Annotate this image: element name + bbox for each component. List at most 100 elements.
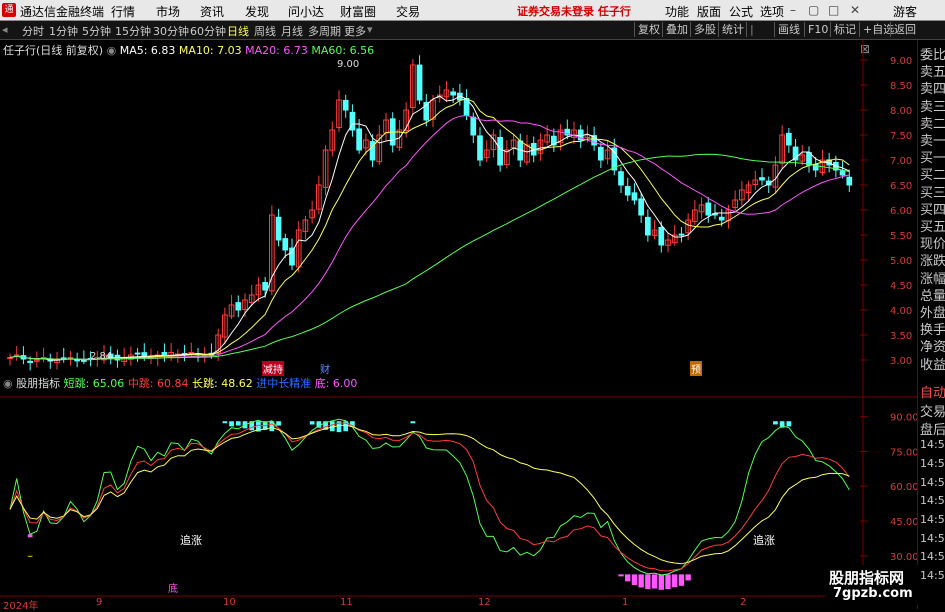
price-tick-label: 5.00 [890,256,912,267]
minimize-icon[interactable]: – [790,3,796,17]
side-panel-lower-item[interactable]: 14:56 [920,476,945,489]
candle-body [658,227,665,246]
side-panel-lower-item[interactable]: 14:56 [920,532,945,545]
watermark: 股朋指标网 7gpzb.com [825,565,921,605]
period-tab-multi[interactable]: 多周期 [308,23,341,39]
back-arrow-icon[interactable]: ◂ [2,23,8,36]
price-tick-label: 8.50 [890,81,912,92]
maximize-icon[interactable]: □ [828,3,839,17]
side-panel-item[interactable]: 现价 [920,233,945,252]
candle-body [497,136,503,166]
period-tab-daily[interactable]: 日线 [227,23,249,39]
kline-chart[interactable]: 9.00 8.50 8.00 7.50 7.00 6.50 6.00 5.50 5.00 4.50… [0,40,917,398]
return-button[interactable]: 返回 [890,22,919,37]
side-panel-item[interactable]: 卖二 [920,113,945,132]
side-panel-item[interactable]: 外盘 [920,302,945,321]
side-panel-item[interactable]: 换手 [920,319,945,338]
settings-icon[interactable]: ◉ [3,377,13,390]
period-tab-more[interactable]: 更多 [344,23,366,39]
side-panel-item[interactable]: 买二 [920,164,945,183]
short-jump-line [9,418,850,576]
side-panel-item[interactable]: 买三 [920,182,945,201]
candle-body [262,282,268,291]
draw-line-button[interactable]: 画线 [774,22,803,37]
top-zone-bar [410,421,416,424]
adjust-button[interactable]: 复权 [634,22,663,37]
side-panel-lower-item[interactable]: 14:56 [920,457,945,470]
side-panel-lower-item[interactable]: 14:56 [920,550,945,563]
side-panel-item[interactable]: 卖三 [920,96,945,115]
period-tab-weekly[interactable]: 周线 [254,23,276,39]
price-tick-label: 5.50 [890,231,912,242]
event-marker-forecast[interactable]: 预 [690,361,702,376]
close-icon[interactable]: ✕ [850,3,860,17]
candle-body [839,170,846,176]
side-panel-lower-item[interactable]: 14:56 [920,438,945,451]
period-tab-60min[interactable]: 60分钟 [190,23,226,39]
guest-label[interactable]: 游客 [893,3,917,20]
chevron-down-icon[interactable]: ▾ [367,23,373,36]
date-label: 2024年 [3,601,39,612]
high-price-label: 9.00 [337,59,360,70]
side-panel-lower-item[interactable]: 14:56 [920,513,945,526]
period-tab-monthly[interactable]: 月线 [281,23,303,39]
period-tab-5min[interactable]: 5分钟 [82,23,111,39]
low-price-label: 2.84 [90,351,113,362]
side-panel-item[interactable]: 委比 [920,44,945,63]
candle-body [705,202,712,216]
login-notice[interactable]: 证券交易未登录 任子行 [517,3,631,19]
side-panel-lower-item[interactable]: 自动 [920,382,945,401]
side-panel-lower-item[interactable]: 交易 [920,401,945,420]
candle-body [141,352,148,357]
side-panel-item[interactable]: 净资 [920,336,945,355]
bottom-zone-bar [618,574,624,577]
mark-button[interactable]: 标记 [830,22,859,37]
side-panel-item[interactable]: 卖一 [920,130,945,149]
event-marker-reduce[interactable]: 减持 [262,361,284,376]
menu-item-function[interactable]: 功能 [665,3,689,20]
bottom-zone-bar [665,574,671,590]
restore-icon[interactable]: ▢ [808,3,819,17]
indicator-bars [27,421,792,590]
menu-item-formula[interactable]: 公式 [729,3,753,20]
candle-body [624,186,631,196]
side-panel-item[interactable]: 卖四 [920,78,945,97]
menu-item-discover[interactable]: 发现 [245,3,269,20]
period-tab-15min[interactable]: 15分钟 [115,23,151,39]
long-jump-label: 长跳: 48.62 [192,377,253,390]
side-panel-item[interactable]: 涨跌 [920,250,945,269]
menu-item-trade[interactable]: 交易 [396,3,420,20]
period-tab-1min[interactable]: 1分钟 [49,23,78,39]
side-panel-item[interactable]: 收益 [920,354,945,373]
side-panel-item[interactable]: 买五 [920,216,945,235]
side-panel-item[interactable]: 涨幅 [920,268,945,287]
bottom-annotation: 底 [168,584,178,595]
watermark-line2: 7gpzb.com [833,586,913,601]
side-panel-item[interactable]: 总量 [920,285,945,304]
side-panel-item[interactable]: 买一 [920,147,945,166]
menu-item-market[interactable]: 市场 [156,3,180,20]
side-panel-item[interactable]: 卖五 [920,61,945,80]
candle-body [235,302,242,311]
menu-item-options[interactable]: 选项 [760,3,784,20]
indicator-legend: ◉ 股朋指标 短跳: 65.06 中跳: 60.84 长跳: 48.62 进中长… [3,375,357,391]
multi-stock-button[interactable]: 多股 [690,22,719,37]
menu-item-ask[interactable]: 问小达 [288,3,324,20]
indicator-chart[interactable]: 90.00 75.00 60.00 45.00 30.00 [0,397,917,597]
side-panel-lower-item[interactable]: 14:56 [920,569,945,582]
event-marker-finance[interactable]: 财 [320,361,330,376]
period-tab-30min[interactable]: 30分钟 [153,23,189,39]
side-panel-item[interactable]: 买四 [920,199,945,218]
side-panel-lower-item[interactable]: 盘后 [920,419,945,438]
stats-button[interactable]: 统计 [718,22,747,37]
side-panel-lower-item[interactable]: 14:56 [920,494,945,507]
overlay-button[interactable]: 叠加 [662,22,691,37]
period-tab-intraday[interactable]: 分时 [22,23,44,39]
indicator-axis: 90.00 75.00 60.00 45.00 30.00 [860,413,917,563]
menu-item-wealth[interactable]: 财富圈 [340,3,376,20]
menu-item-quotes[interactable]: 行情 [111,3,135,20]
bottom-zone-bar [27,555,33,557]
f10-button[interactable]: F10 [804,22,831,37]
menu-item-layout[interactable]: 版面 [697,3,721,20]
menu-item-news[interactable]: 资讯 [200,3,224,20]
